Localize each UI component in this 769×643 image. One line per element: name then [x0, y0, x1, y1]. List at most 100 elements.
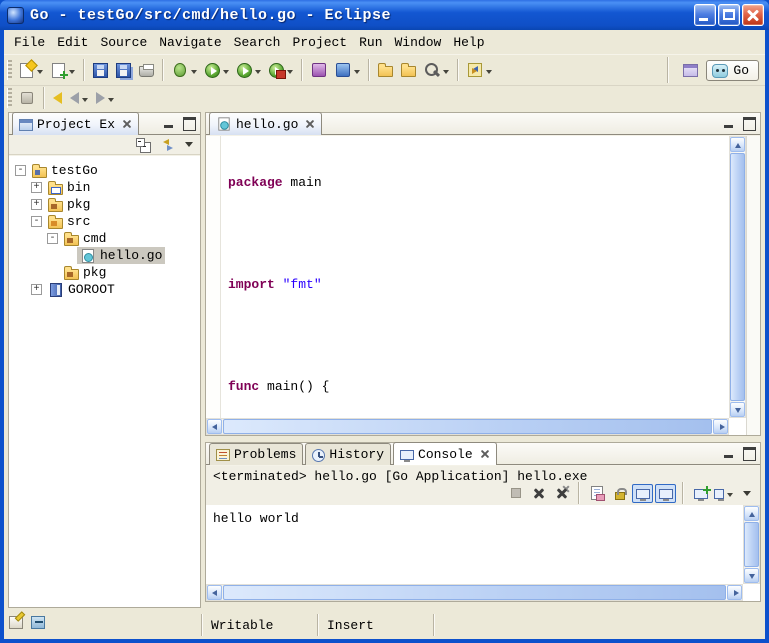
close-view-icon[interactable] — [122, 119, 132, 129]
display-console-button[interactable] — [713, 484, 734, 503]
menu-run[interactable]: Run — [353, 32, 388, 53]
run-button[interactable] — [201, 58, 233, 82]
clear-console-button[interactable] — [586, 484, 607, 503]
expander-icon[interactable]: + — [31, 284, 42, 295]
scroll-right-icon[interactable] — [713, 419, 728, 434]
open-project-button[interactable] — [397, 58, 420, 82]
expander-icon[interactable]: + — [31, 182, 42, 193]
minimize-button[interactable] — [694, 4, 716, 26]
tab-history[interactable]: History — [305, 443, 391, 465]
code-line[interactable] — [222, 327, 729, 344]
pin-editor-button[interactable] — [15, 86, 39, 110]
maximize-button[interactable] — [718, 4, 740, 26]
console-menu-button[interactable] — [736, 484, 757, 503]
team-sync-button[interactable] — [463, 58, 496, 82]
view-menu-button[interactable] — [183, 136, 195, 154]
overview-ruler[interactable] — [746, 136, 760, 435]
close-tab-icon[interactable] — [480, 449, 490, 459]
scroll-up-icon[interactable] — [730, 137, 745, 152]
last-edit-location-button[interactable] — [49, 86, 66, 110]
toolbar-grip[interactable] — [7, 88, 12, 108]
forward-button[interactable] — [92, 86, 118, 110]
save-all-button[interactable] — [112, 58, 135, 82]
remove-launch-button[interactable] — [528, 484, 549, 503]
open-console-button[interactable] — [690, 484, 711, 503]
title-bar[interactable]: Go - testGo/src/cmd/hello.go - Eclipse — [0, 0, 769, 30]
scrollbar-thumb[interactable] — [223, 419, 712, 434]
expander-icon[interactable]: - — [31, 216, 42, 227]
fast-view-icon[interactable] — [9, 616, 23, 629]
menu-search[interactable]: Search — [228, 32, 287, 53]
open-perspective-button[interactable] — [679, 58, 702, 82]
scroll-lock-button[interactable] — [609, 484, 630, 503]
scroll-down-icon[interactable] — [744, 568, 759, 583]
scroll-up-icon[interactable] — [744, 506, 759, 521]
menu-project[interactable]: Project — [286, 32, 353, 53]
editor-horizontal-scrollbar[interactable] — [206, 418, 729, 435]
code-line[interactable] — [222, 225, 729, 242]
scroll-down-icon[interactable] — [730, 402, 745, 417]
new-go-type-button[interactable] — [331, 58, 364, 82]
tab-project-explorer[interactable]: Project Ex — [12, 112, 139, 135]
code-line[interactable]: import "fmt" — [222, 276, 729, 293]
tree-item-src-pkg[interactable]: pkg — [9, 264, 200, 281]
close-tab-icon[interactable] — [305, 119, 315, 129]
menu-window[interactable]: Window — [389, 32, 448, 53]
tab-console[interactable]: Console — [393, 442, 497, 465]
scroll-right-icon[interactable] — [727, 585, 742, 600]
code-line[interactable]: func main() { — [222, 378, 729, 395]
tree-item-cmd[interactable]: - cmd — [9, 230, 200, 247]
maximize-editor-button[interactable] — [740, 116, 757, 130]
new-wizard-button[interactable] — [15, 58, 47, 82]
tree-item-bin[interactable]: + bin — [9, 179, 200, 196]
tree-item-testgo[interactable]: - testGo — [9, 162, 200, 179]
minimize-console-button[interactable] — [721, 446, 738, 460]
code-line[interactable]: package main — [222, 174, 729, 191]
tree-item-src[interactable]: - src — [9, 213, 200, 230]
minimize-editor-button[interactable] — [721, 116, 738, 130]
console-vertical-scrollbar[interactable] — [743, 505, 760, 584]
scroll-left-icon[interactable] — [207, 585, 222, 600]
trim-status-icon[interactable] — [31, 616, 45, 629]
menu-edit[interactable]: Edit — [51, 32, 94, 53]
annotation-ruler[interactable] — [206, 136, 221, 418]
editor-vertical-scrollbar[interactable] — [729, 136, 746, 418]
tree-item-hello-go[interactable]: hello.go — [9, 247, 200, 264]
close-button[interactable] — [742, 4, 764, 26]
menu-file[interactable]: File — [8, 32, 51, 53]
tree-item-pkg[interactable]: + pkg — [9, 196, 200, 213]
minimize-view-button[interactable] — [161, 116, 178, 130]
menu-navigate[interactable]: Navigate — [153, 32, 227, 53]
debug-button[interactable] — [168, 58, 201, 82]
scrollbar-thumb[interactable] — [223, 585, 726, 600]
new-go-package-button[interactable] — [307, 58, 331, 82]
scrollbar-thumb[interactable] — [730, 153, 745, 401]
console-horizontal-scrollbar[interactable] — [206, 584, 743, 601]
link-editor-button[interactable] — [158, 136, 178, 154]
maximize-view-button[interactable] — [180, 116, 197, 130]
remove-all-launches-button[interactable] — [551, 484, 572, 503]
tree-item-goroot[interactable]: + GOROOT — [9, 281, 200, 298]
back-button[interactable] — [66, 86, 92, 110]
menu-source[interactable]: Source — [94, 32, 153, 53]
external-tools-button[interactable] — [265, 58, 297, 82]
new-go-file-button[interactable] — [47, 58, 79, 82]
go-perspective-button[interactable]: Go — [706, 60, 759, 81]
collapse-all-button[interactable] — [133, 136, 153, 154]
search-button[interactable] — [420, 58, 453, 82]
console-output[interactable]: hello world — [206, 505, 760, 601]
toolbar-grip[interactable] — [7, 60, 12, 80]
terminate-button[interactable] — [505, 484, 526, 503]
tab-hello-go[interactable]: hello.go — [209, 112, 322, 135]
expander-icon[interactable]: - — [47, 233, 58, 244]
run-last-button[interactable] — [233, 58, 265, 82]
scroll-left-icon[interactable] — [207, 419, 222, 434]
print-button[interactable] — [135, 58, 158, 82]
show-stderr-button[interactable] — [655, 484, 676, 503]
open-folder-button[interactable] — [374, 58, 397, 82]
show-stdout-button[interactable] — [632, 484, 653, 503]
code-area[interactable]: package main import "fmt" func main() { … — [222, 136, 729, 418]
scrollbar-thumb[interactable] — [744, 522, 759, 567]
expander-icon[interactable]: - — [15, 165, 26, 176]
expander-icon[interactable]: + — [31, 199, 42, 210]
